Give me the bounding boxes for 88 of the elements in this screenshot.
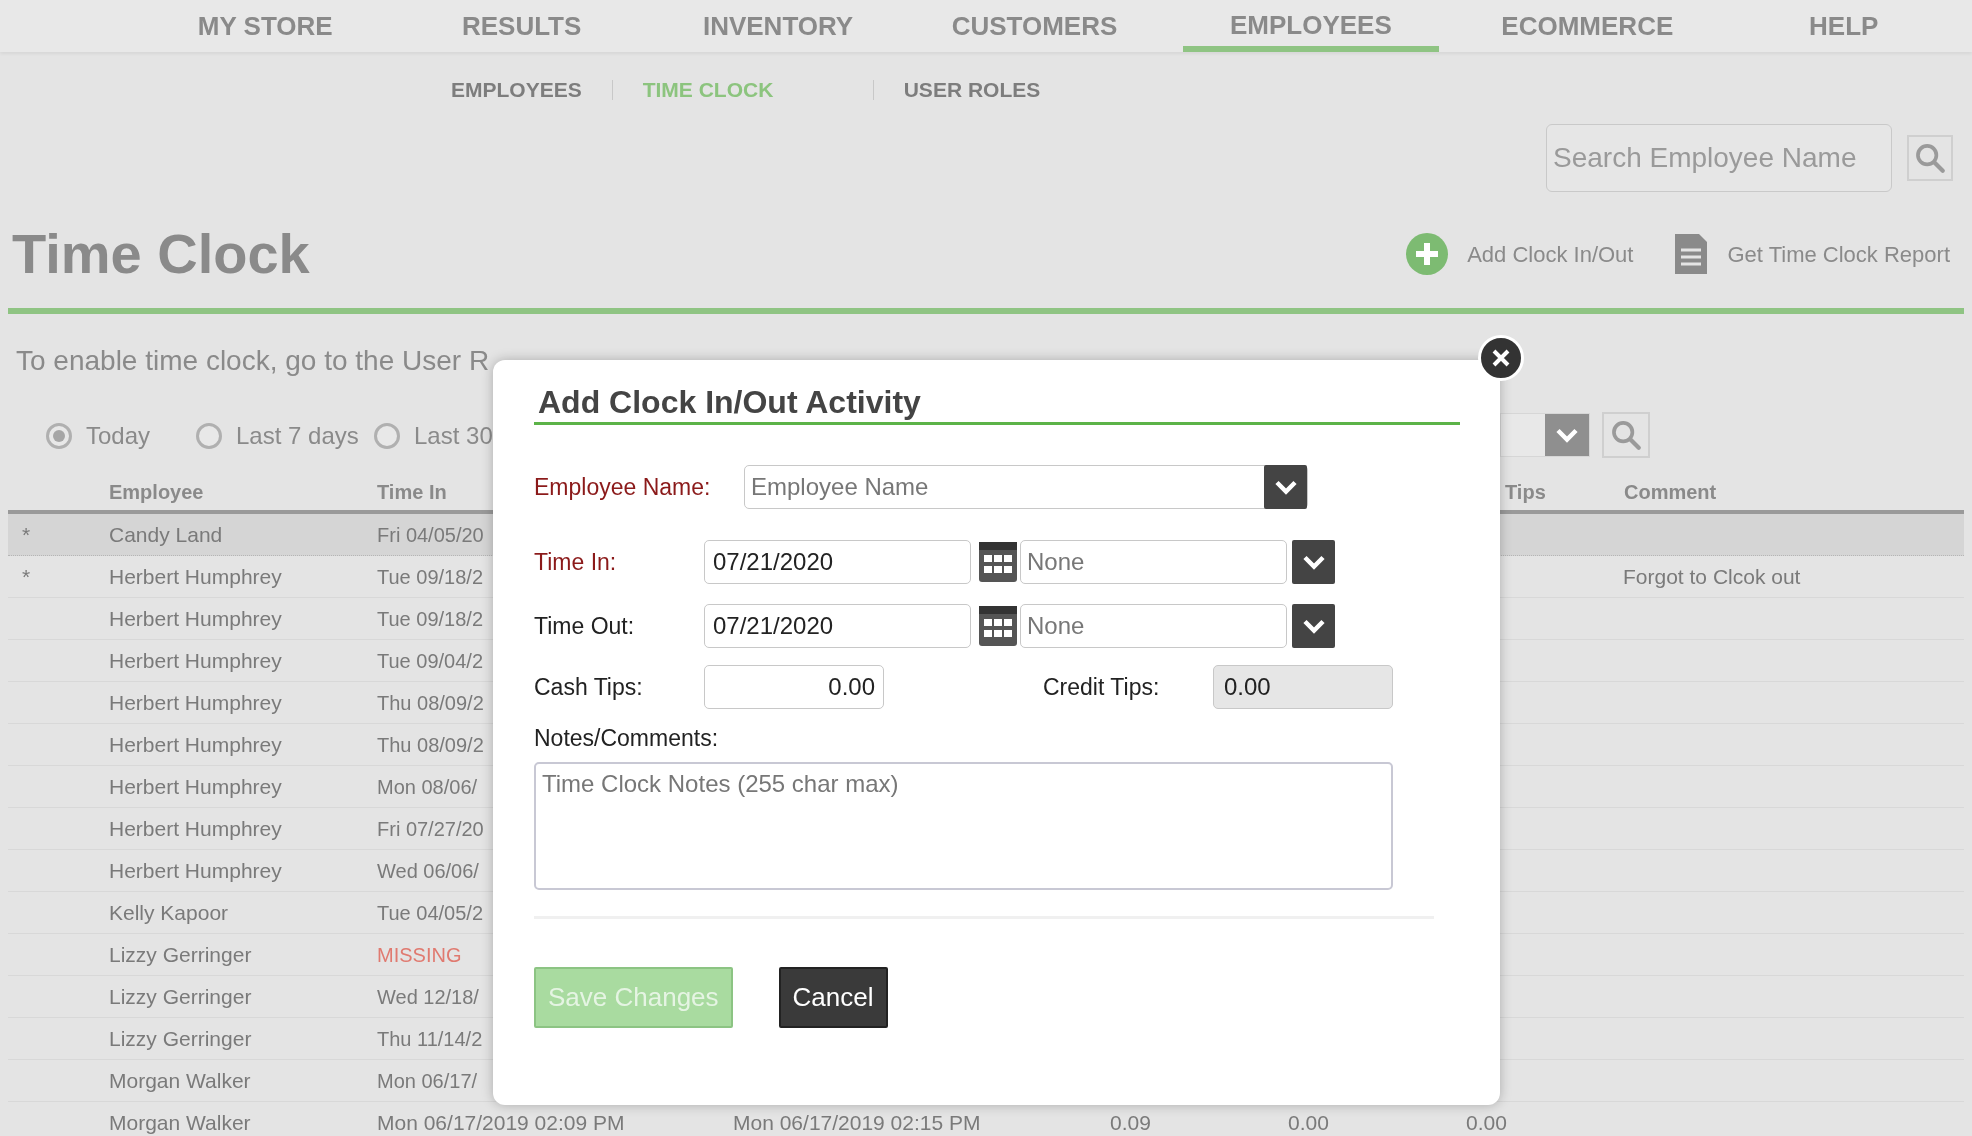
table-cell: Herbert Humphrey [109,648,282,672]
search-button[interactable] [1602,412,1650,458]
field-label: Time Out: [534,611,636,641]
field-label: Time In: [534,547,618,577]
date-field[interactable]: 07/21/2020 [704,604,971,648]
table-cell: Herbert Humphrey [109,816,282,840]
table-cell: Herbert Humphrey [109,858,282,882]
dropdown-button[interactable] [1292,604,1335,648]
table-cell: Wed 06/06/ [377,859,479,882]
row-marker: * [22,564,31,588]
field-label: Credit Tips: [1043,672,1161,702]
table-cell: Tue 09/18/2 [377,565,483,588]
cash-tips-field[interactable]: 0.00 [704,665,884,709]
cancel-button[interactable]: Cancel [778,966,888,1028]
radio-button[interactable] [46,423,72,449]
nav-tab[interactable]: RESULTS [393,0,650,52]
table-cell: Herbert Humphrey [109,774,282,798]
radio-label: Today [86,421,151,451]
subnav-tab[interactable]: USER ROLES [903,74,1041,106]
nav-tab[interactable]: CUSTOMERS [906,0,1163,52]
field-label: Notes/Comments: [534,725,719,751]
search-icon [1609,418,1643,452]
nav-tab[interactable]: EMPLOYEES [1182,0,1440,52]
subnav-tab[interactable]: EMPLOYEES [451,74,582,106]
page-title: Time Clock [12,221,310,287]
table-cell: Morgan Walker [109,1110,251,1134]
table-cell: Lizzy Gerringer [109,1026,252,1050]
column-header: Employee [109,481,204,503]
table-cell: Herbert Humphrey [109,564,282,588]
table-cell-text: Forgot to Clcok out [1623,563,1801,590]
radio-label: Last 30 [414,421,493,451]
search-field[interactable]: Search Employee Name [1546,124,1892,192]
dropdown-button[interactable] [1292,540,1335,584]
table-cell: 0.00 [1288,1110,1329,1134]
table-cell: Fri 04/05/20 [377,523,484,546]
table-cell: Lizzy Gerringer [109,942,252,966]
table-cell: Tue 09/18/2 [377,607,483,630]
time-dropdown[interactable]: None [1020,540,1287,584]
table-cell: Fri 07/27/20 [377,817,484,840]
table-cell: Herbert Humphrey [109,606,282,630]
table-cell: Wed 12/18/ [377,985,479,1008]
nav-tab[interactable]: ECOMMERCE [1459,0,1716,52]
table-cell: Mon 06/17/ [377,1069,478,1092]
date-field[interactable]: 07/21/2020 [704,540,971,584]
table-cell: Mon 08/06/ [377,775,478,798]
table-cell: Tue 04/05/2 [377,901,483,924]
nav-tab[interactable]: HELP [1715,0,1972,52]
column-header: Comment [1624,480,1717,505]
dialog-title: Add Clock In/Out Activity [537,383,922,422]
field-label: Cash Tips: [534,672,644,702]
document-icon [1673,232,1710,276]
row-marker: * [22,522,31,546]
table-cell: Mon 06/17/2019 02:09 PM [377,1110,625,1134]
column-header: Tips [1505,481,1546,503]
radio-button[interactable] [196,423,222,449]
calendar-icon[interactable] [978,605,1018,647]
search-icon [1913,141,1947,175]
table-cell: MISSING [377,943,462,966]
table-cell: Lizzy Gerringer [109,984,252,1008]
nav-tab[interactable]: INVENTORY [649,0,907,52]
field-label: Employee Name: [534,472,712,502]
table-cell: Morgan Walker [109,1068,251,1092]
table-cell: Tue 09/04/2 [377,649,483,672]
table-cell: Herbert Humphrey [109,732,282,756]
time-dropdown[interactable]: None [1020,604,1287,648]
nav-tab[interactable]: MY STORE [137,0,394,52]
table-cell: Kelly Kapoor [109,900,229,924]
radio-button[interactable] [374,423,400,449]
table-cell: 0.09 [1110,1110,1151,1134]
add-clock-link[interactable]: Add Clock In/Out [1405,232,1634,276]
notes-field[interactable]: Time Clock Notes (255 char max) [534,761,1393,890]
radio-label: Last 7 days [236,421,359,451]
plus-icon [1405,232,1450,276]
table-cell: Candy Land [109,522,223,546]
close-icon [1491,348,1511,368]
search-button[interactable] [1907,135,1953,181]
column-header: Time In [377,481,447,503]
table-cell: Thu 11/14/2 [377,1027,483,1050]
table-cell: Mon 06/17/2019 02:15 PM [733,1110,981,1134]
employee-dropdown[interactable]: Employee Name [744,465,1308,509]
calendar-icon[interactable] [978,541,1018,583]
notice-text: To enable time clock, go to the User R [15,344,490,378]
table-cell: Herbert Humphrey [109,690,282,714]
table-cell: Thu 08/09/2 [377,733,484,756]
report-link[interactable]: Get Time Clock Report [1673,232,1950,276]
filter-dropdown[interactable] [1500,413,1590,457]
table-cell: 0.00 [1466,1110,1507,1134]
table-cell: Thu 08/09/2 [377,691,484,714]
